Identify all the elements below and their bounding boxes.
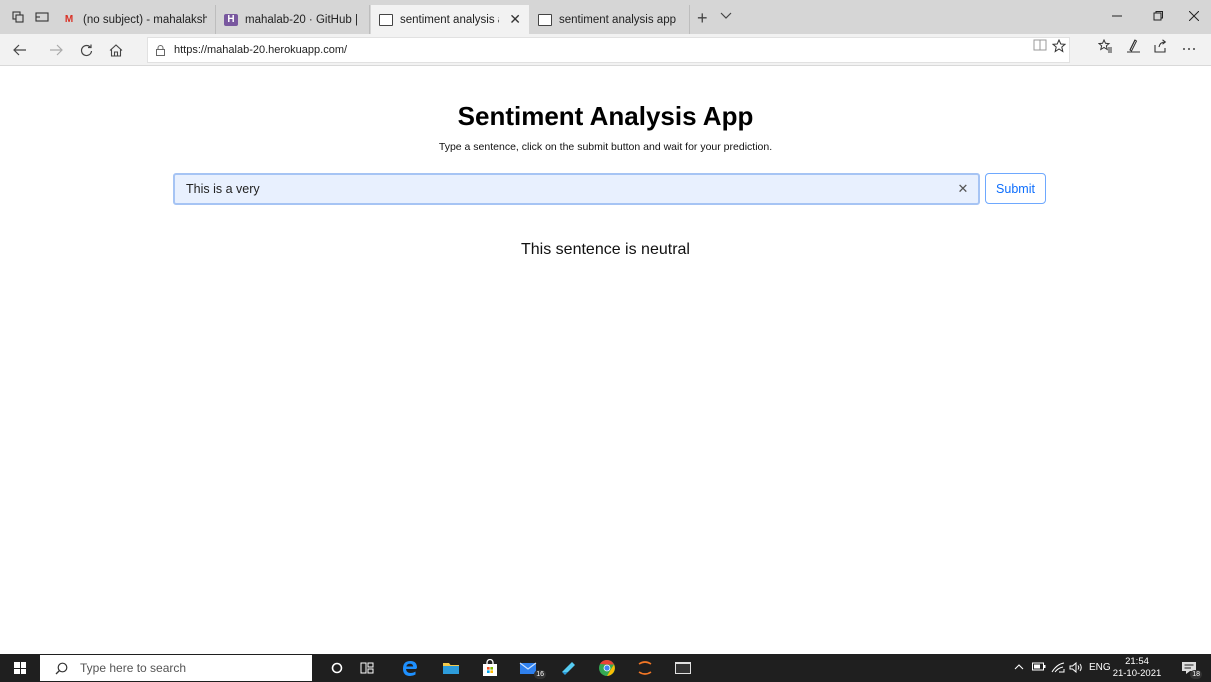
edge-browser-icon[interactable] (399, 658, 421, 678)
tab-sentiment-2[interactable]: sentiment analysis app (530, 5, 690, 34)
terminal-icon[interactable] (672, 658, 694, 678)
favorites-hub-icon[interactable] (1097, 38, 1113, 56)
task-view-icon[interactable] (356, 658, 378, 678)
tab-close-icon[interactable]: ✕ (509, 11, 521, 28)
more-menu-icon[interactable] (1182, 39, 1196, 54)
browser-tab-strip: M (no subject) - mahalakshmi H mahalab-2… (0, 0, 1211, 34)
minimize-icon[interactable] (1107, 9, 1127, 24)
mail-unread-badge: 16 (534, 670, 546, 679)
set-aside-tabs-icon[interactable] (34, 10, 50, 24)
submit-button[interactable]: Submit (985, 173, 1046, 204)
browser-toolbar: https://mahalab-20.herokuapp.com/ (0, 34, 1211, 66)
windows-taskbar: Type here to search 16 ENG 21:54 21-10-2… (0, 654, 1211, 682)
url-text: https://mahalab-20.herokuapp.com/ (174, 44, 348, 56)
web-page: Sentiment Analysis App Type a sentence, … (0, 67, 1211, 654)
clear-input-icon[interactable]: ✕ (948, 181, 978, 197)
wifi-icon[interactable] (1051, 662, 1065, 676)
pen-notes-icon[interactable] (1126, 39, 1141, 56)
clock-date: 21-10-2021 (1112, 668, 1162, 679)
windows-start-button[interactable] (0, 654, 40, 682)
windows-logo-icon (14, 662, 26, 674)
tab-title: (no subject) - mahalakshmi (83, 13, 207, 26)
page-icon (538, 13, 552, 26)
search-icon (54, 661, 68, 675)
heroku-icon: H (224, 13, 238, 26)
sentence-input[interactable] (175, 175, 948, 203)
favorite-star-icon[interactable] (1051, 38, 1067, 56)
page-title: Sentiment Analysis App (457, 101, 754, 131)
refresh-icon[interactable] (76, 40, 96, 60)
lock-icon (154, 44, 166, 56)
address-bar[interactable]: https://mahalab-20.herokuapp.com/ (147, 37, 1070, 63)
tab-title: mahalab-20 · GitHub | Hero (245, 13, 361, 26)
battery-icon[interactable] (1032, 662, 1046, 674)
action-center-icon[interactable]: 18 (1180, 659, 1202, 679)
tab-gmail[interactable]: M (no subject) - mahalakshmi (54, 5, 216, 34)
python-launcher-icon[interactable] (558, 658, 580, 678)
share-icon[interactable] (1153, 39, 1167, 56)
taskbar-search-placeholder: Type here to search (80, 661, 187, 675)
tab-sentiment-active[interactable]: sentiment analysis app ✕ (371, 5, 529, 34)
mail-icon[interactable]: 16 (518, 658, 546, 679)
system-clock[interactable]: 21:54 21-10-2021 (1112, 656, 1162, 680)
page-icon (379, 13, 393, 26)
show-hidden-icons-chevron-icon[interactable] (1014, 662, 1024, 673)
tab-title: sentiment analysis app (400, 13, 499, 26)
new-tab-button[interactable]: + (697, 8, 708, 29)
notification-count-badge: 18 (1190, 670, 1202, 679)
cortana-icon[interactable] (326, 658, 348, 678)
file-explorer-icon[interactable] (440, 658, 462, 678)
close-window-icon[interactable] (1184, 9, 1204, 24)
sentence-input-wrapper: ✕ (173, 173, 980, 205)
input-language-indicator[interactable]: ENG (1089, 662, 1111, 673)
forward-arrow-icon[interactable] (46, 40, 66, 60)
jupyter-icon[interactable] (634, 658, 656, 678)
volume-icon[interactable] (1069, 661, 1083, 676)
tab-preview-chevron-icon[interactable] (720, 9, 732, 23)
tab-github-heroku[interactable]: H mahalab-20 · GitHub | Hero (216, 5, 370, 34)
chrome-icon[interactable] (596, 658, 618, 678)
gmail-icon: M (64, 14, 74, 25)
tab-title: sentiment analysis app (559, 13, 676, 26)
page-instructions: Type a sentence, click on the submit but… (438, 141, 773, 153)
tab-actions-icon[interactable] (10, 10, 26, 24)
store-icon[interactable] (479, 658, 501, 678)
home-icon[interactable] (106, 40, 126, 60)
reading-view-icon[interactable] (1033, 39, 1047, 54)
back-arrow-icon[interactable] (10, 40, 30, 60)
clock-time: 21:54 (1125, 656, 1149, 667)
taskbar-search-box[interactable]: Type here to search (40, 655, 312, 681)
prediction-result: This sentence is neutral (521, 241, 690, 258)
restore-icon[interactable] (1148, 9, 1168, 24)
